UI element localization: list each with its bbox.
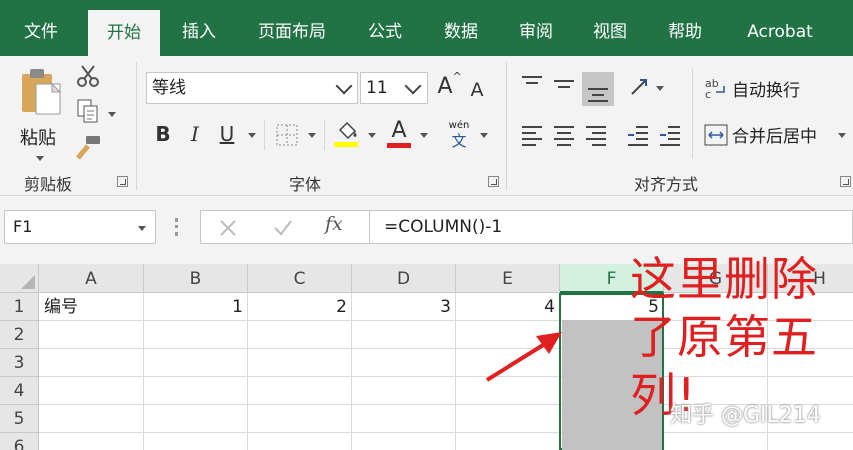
align-right-icon[interactable] bbox=[584, 124, 608, 146]
column-header-a[interactable]: A bbox=[39, 264, 144, 293]
row-header-6[interactable]: 6 bbox=[0, 433, 39, 450]
menu-bar: 文件 开始 插入 页面布局 公式 数据 审阅 视图 帮助 Acrobat bbox=[0, 0, 853, 56]
borders-dropdown-icon[interactable] bbox=[308, 133, 316, 138]
formula-buttons: fx bbox=[200, 210, 370, 244]
alignment-launcher-icon[interactable] bbox=[840, 176, 851, 187]
clipboard-launcher-icon[interactable] bbox=[117, 176, 128, 187]
menu-view[interactable]: 视图 bbox=[577, 0, 643, 56]
phonetic-top-label: wén bbox=[448, 120, 470, 131]
menu-insert[interactable]: 插入 bbox=[165, 0, 233, 56]
increase-indent-icon[interactable] bbox=[658, 124, 682, 146]
menu-review[interactable]: 审阅 bbox=[503, 0, 569, 56]
watermark: 知乎 @GIL214 bbox=[670, 403, 821, 428]
font-group-label: 字体 bbox=[289, 175, 322, 194]
annotation-line-1: 这里删除 bbox=[630, 252, 818, 306]
grow-font-label: A bbox=[437, 74, 453, 99]
orientation-icon[interactable] bbox=[628, 76, 652, 100]
font-name-select[interactable]: 等线 bbox=[146, 72, 358, 104]
merge-center-button[interactable]: 合并后居中 bbox=[702, 120, 852, 148]
svg-text:c: c bbox=[705, 88, 711, 100]
paste-button[interactable]: 粘贴 bbox=[14, 64, 66, 164]
align-top-icon[interactable] bbox=[520, 74, 544, 96]
formula-bar-grip-icon[interactable] bbox=[175, 218, 179, 236]
wrap-text-button[interactable]: ab c 自动换行 bbox=[702, 74, 812, 102]
menu-data[interactable]: 数据 bbox=[428, 0, 494, 56]
merge-center-dropdown-icon bbox=[838, 133, 846, 138]
menu-acrobat[interactable]: Acrobat bbox=[730, 0, 830, 56]
column-header-b[interactable]: B bbox=[144, 264, 248, 293]
fill-color-dropdown-icon[interactable] bbox=[368, 133, 376, 138]
align-left-icon[interactable] bbox=[520, 124, 544, 146]
borders-icon[interactable] bbox=[276, 124, 298, 146]
orientation-dropdown-icon[interactable] bbox=[656, 86, 664, 91]
paste-dropdown-icon bbox=[36, 156, 44, 161]
name-box[interactable]: F1 bbox=[4, 210, 156, 244]
separator bbox=[264, 120, 265, 150]
shrink-font-label: A bbox=[470, 79, 484, 101]
font-color-button[interactable]: A bbox=[386, 118, 412, 148]
ribbon: 粘贴 剪贴板 等线 11 A ^ A B I U A wén 文 字体 ab c… bbox=[0, 56, 853, 196]
fill-color-icon[interactable] bbox=[334, 120, 360, 148]
gridline bbox=[39, 432, 853, 433]
paste-label: 粘贴 bbox=[20, 128, 56, 149]
phonetic-bottom-label: 文 bbox=[451, 132, 467, 150]
font-color-dropdown-icon[interactable] bbox=[420, 133, 428, 138]
separator bbox=[136, 62, 137, 190]
menu-formulas[interactable]: 公式 bbox=[352, 0, 418, 56]
name-box-dropdown-icon[interactable] bbox=[138, 226, 146, 231]
align-center-icon[interactable] bbox=[552, 124, 576, 146]
decrease-indent-icon[interactable] bbox=[626, 124, 650, 146]
underline-dropdown-icon[interactable] bbox=[248, 133, 256, 138]
row-header-2[interactable]: 2 bbox=[0, 321, 39, 349]
wrap-text-label: 自动换行 bbox=[732, 81, 800, 101]
enter-icon[interactable] bbox=[273, 219, 293, 237]
clipboard-group-label: 剪贴板 bbox=[24, 175, 73, 194]
row-header-4[interactable]: 4 bbox=[0, 377, 39, 405]
phonetic-dropdown-icon[interactable] bbox=[480, 133, 488, 138]
copy-dropdown-icon[interactable] bbox=[108, 112, 116, 117]
separator bbox=[506, 62, 507, 190]
italic-button[interactable]: I bbox=[184, 122, 206, 146]
align-middle-icon[interactable] bbox=[552, 74, 576, 96]
annotation-line-2: 了原第五 bbox=[630, 310, 818, 364]
row-header-3[interactable]: 3 bbox=[0, 349, 39, 377]
menu-file[interactable]: 文件 bbox=[0, 0, 82, 56]
cancel-icon[interactable] bbox=[219, 219, 237, 237]
wrap-text-icon: ab c bbox=[705, 77, 725, 100]
formula-input[interactable]: =COLUMN()-1 bbox=[370, 210, 853, 244]
menu-help[interactable]: 帮助 bbox=[652, 0, 718, 56]
merge-center-icon bbox=[704, 124, 728, 146]
copy-icon[interactable] bbox=[76, 98, 100, 124]
row-header-5[interactable]: 5 bbox=[0, 405, 39, 433]
row-header-1[interactable]: 1 bbox=[0, 293, 39, 321]
column-header-c[interactable]: C bbox=[248, 264, 352, 293]
cell-e1[interactable]: 4 bbox=[456, 293, 559, 321]
shrink-font-button[interactable]: A bbox=[466, 77, 488, 101]
align-bottom-icon[interactable] bbox=[582, 72, 614, 106]
paste-icon bbox=[22, 69, 62, 115]
format-painter-icon[interactable] bbox=[76, 134, 102, 160]
column-header-d[interactable]: D bbox=[352, 264, 456, 293]
menu-home[interactable]: 开始 bbox=[88, 10, 160, 56]
menu-page-layout[interactable]: 页面布局 bbox=[243, 0, 341, 56]
select-all-button[interactable] bbox=[0, 264, 39, 293]
phonetic-button[interactable]: wén 文 bbox=[444, 120, 474, 150]
cell-b1[interactable]: 1 bbox=[144, 293, 247, 321]
font-color-glyph: A bbox=[391, 118, 407, 143]
cell-a1[interactable]: 编号 bbox=[40, 293, 143, 321]
grow-font-button[interactable]: A ^ bbox=[433, 70, 461, 99]
cell-d1[interactable]: 3 bbox=[352, 293, 455, 321]
alignment-group-label: 对齐方式 bbox=[634, 175, 699, 194]
underline-button[interactable]: U bbox=[216, 122, 238, 146]
cut-icon[interactable] bbox=[76, 64, 100, 88]
separator bbox=[324, 120, 325, 150]
bold-button[interactable]: B bbox=[152, 122, 174, 146]
merge-center-label: 合并后居中 bbox=[732, 127, 817, 147]
insert-function-button[interactable]: fx bbox=[325, 213, 343, 235]
font-launcher-icon[interactable] bbox=[488, 176, 499, 187]
cell-c1[interactable]: 2 bbox=[248, 293, 351, 321]
column-header-e[interactable]: E bbox=[456, 264, 560, 293]
separator bbox=[692, 68, 693, 158]
font-color-swatch bbox=[387, 143, 411, 148]
